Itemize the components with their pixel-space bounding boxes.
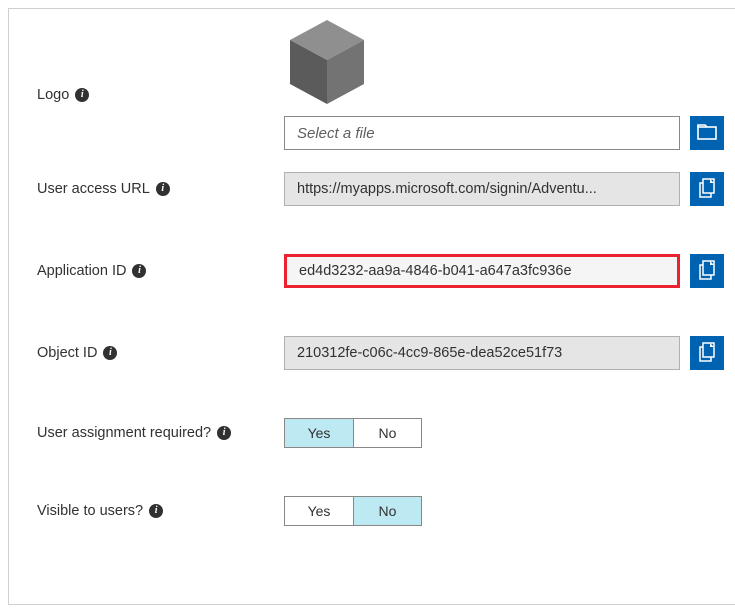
logo-preview — [284, 19, 369, 104]
user-assignment-required-label-col: User assignment required? i — [37, 425, 284, 441]
info-icon[interactable]: i — [217, 426, 231, 440]
user-assignment-required-no[interactable]: No — [353, 419, 421, 447]
file-select-input[interactable]: Select a file — [284, 116, 680, 150]
info-icon[interactable]: i — [156, 182, 170, 196]
copy-icon — [698, 178, 716, 201]
logo-label-col: Logo i — [37, 27, 284, 103]
visible-to-users-label: Visible to users? — [37, 503, 143, 519]
user-assignment-required-value-col: Yes No — [284, 418, 724, 448]
application-id-value-col: ed4d3232-aa9a-4846-b041-a647a3fc936e — [284, 254, 724, 288]
copy-icon — [698, 342, 716, 365]
visible-to-users-label-col: Visible to users? i — [37, 503, 284, 519]
info-icon[interactable]: i — [149, 504, 163, 518]
browse-file-button[interactable] — [690, 116, 724, 150]
visible-to-users-no[interactable]: No — [353, 497, 421, 525]
visible-to-users-row: Visible to users? i Yes No — [37, 496, 724, 526]
info-icon[interactable]: i — [132, 264, 146, 278]
logo-label: Logo — [37, 87, 69, 103]
application-id-label: Application ID — [37, 263, 126, 279]
application-id-label-col: Application ID i — [37, 263, 284, 279]
user-access-url-field: https://myapps.microsoft.com/signin/Adve… — [284, 172, 680, 206]
object-id-label: Object ID — [37, 345, 97, 361]
user-access-url-value-col: https://myapps.microsoft.com/signin/Adve… — [284, 172, 724, 206]
visible-to-users-value-col: Yes No — [284, 496, 724, 526]
visible-to-users-toggle: Yes No — [284, 496, 422, 526]
object-id-row: Object ID i 210312fe-c06c-4cc9-865e-dea5… — [37, 336, 724, 370]
object-id-field: 210312fe-c06c-4cc9-865e-dea52ce51f73 — [284, 336, 680, 370]
user-access-url-label-col: User access URL i — [37, 181, 284, 197]
copy-icon — [698, 260, 716, 283]
user-assignment-required-yes[interactable]: Yes — [285, 419, 353, 447]
info-icon[interactable]: i — [75, 88, 89, 102]
properties-form: Logo i Select a file — [8, 8, 735, 605]
user-assignment-required-toggle: Yes No — [284, 418, 422, 448]
folder-icon — [697, 124, 717, 143]
object-id-value-col: 210312fe-c06c-4cc9-865e-dea52ce51f73 — [284, 336, 724, 370]
user-assignment-required-label: User assignment required? — [37, 425, 211, 441]
cube-icon — [284, 16, 370, 108]
copy-object-id-button[interactable] — [690, 336, 724, 370]
file-select-placeholder: Select a file — [297, 125, 375, 142]
logo-value-col: Select a file — [284, 27, 724, 150]
user-access-url-label: User access URL — [37, 181, 150, 197]
object-id-label-col: Object ID i — [37, 345, 284, 361]
copy-user-access-url-button[interactable] — [690, 172, 724, 206]
file-select-row: Select a file — [284, 116, 724, 150]
visible-to-users-yes[interactable]: Yes — [285, 497, 353, 525]
application-id-field: ed4d3232-aa9a-4846-b041-a647a3fc936e — [284, 254, 680, 288]
copy-application-id-button[interactable] — [690, 254, 724, 288]
user-assignment-required-row: User assignment required? i Yes No — [37, 418, 724, 448]
user-access-url-row: User access URL i https://myapps.microso… — [37, 172, 724, 206]
logo-row: Logo i Select a file — [37, 27, 724, 150]
application-id-row: Application ID i ed4d3232-aa9a-4846-b041… — [37, 254, 724, 288]
info-icon[interactable]: i — [103, 346, 117, 360]
